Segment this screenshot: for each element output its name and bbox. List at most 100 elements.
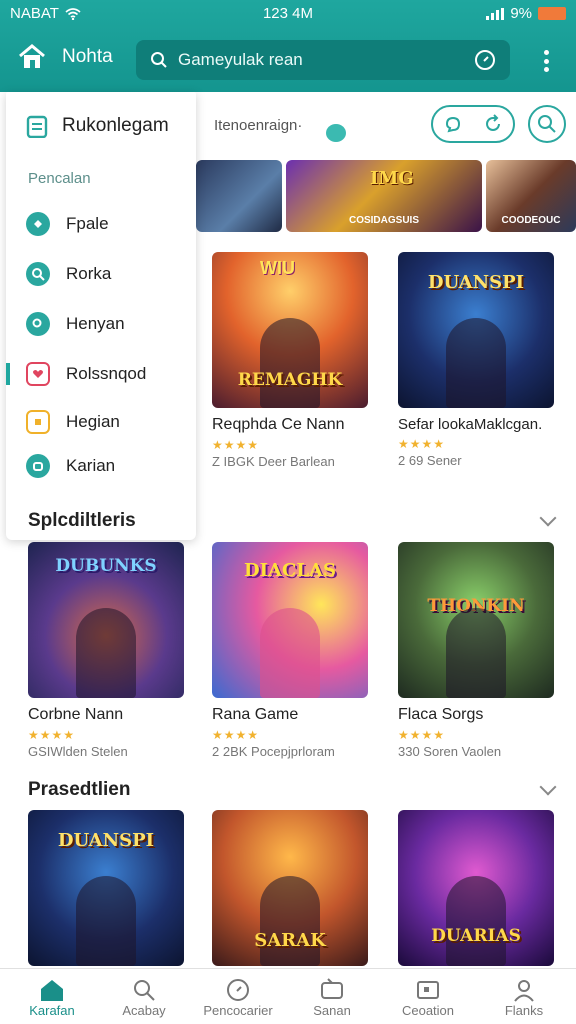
game-card[interactable]: WIU REMAGHK Reqphda Ce Nann ★★★★ Z IBGK … xyxy=(212,252,368,469)
search-icon xyxy=(134,980,155,1001)
search-icon xyxy=(26,262,50,286)
banner-3[interactable]: COODEOUC xyxy=(486,160,576,232)
compass-icon[interactable] xyxy=(474,49,496,71)
drawer-item-rorka[interactable]: Rorka xyxy=(26,262,111,286)
home-label: Nohta xyxy=(62,46,113,67)
game-meta: GSIWlden Stelen xyxy=(28,744,128,759)
signal-icon xyxy=(486,7,505,20)
nav-profile[interactable]: Flanks xyxy=(476,977,572,1018)
bottom-navigation: Karafan Acabay Pencocarier Sanan Ceoatio… xyxy=(0,968,576,1024)
nav-home[interactable]: Karafan xyxy=(4,977,100,1018)
game-art: DUBUNKS xyxy=(28,542,184,698)
game-meta: 330 Soren Vaolen xyxy=(398,744,502,759)
game-card[interactable]: DIACLAS Rana Game ★★★★ 2 2BK Pocepjprlor… xyxy=(212,542,368,759)
search-input[interactable]: Gameyulak rean xyxy=(136,40,510,80)
game-card[interactable]: DUBUNKS Corbne Nann ★★★★ GSIWlden Stelen xyxy=(28,542,184,759)
rating-stars: ★★★★ xyxy=(398,437,446,451)
game-logo: DUANSPI xyxy=(427,272,525,293)
game-meta: Z IBGK Deer Barlean xyxy=(212,454,335,469)
game-card[interactable]: DUARIAS xyxy=(398,810,554,966)
tag-icon xyxy=(26,212,50,236)
chevron-down-icon[interactable] xyxy=(539,509,557,527)
nav-games[interactable]: Sanan xyxy=(284,977,380,1018)
status-bar: NABAT 123 4M 9% xyxy=(0,0,576,28)
home-icon xyxy=(19,44,45,68)
indicator-dot xyxy=(326,124,346,142)
profile-icon xyxy=(514,980,534,1002)
drawer-item-rolssnqod[interactable]: Rolssnqod xyxy=(6,362,146,386)
game-card[interactable]: THONKIN Flaca Sorgs ★★★★ 330 Soren Vaole… xyxy=(398,542,554,759)
wiu-badge: WIU xyxy=(260,258,295,278)
game-logo: DUBUNKS xyxy=(55,556,157,576)
battery-percent: 9% xyxy=(510,5,532,22)
nav-discover[interactable]: Pencocarier xyxy=(190,977,286,1018)
clipboard-icon xyxy=(26,115,48,138)
drawer-item-fpale[interactable]: Fpale xyxy=(26,212,109,236)
chat-icon[interactable] xyxy=(444,115,462,133)
drawer-item-hegian[interactable]: Hegian xyxy=(26,410,120,434)
game-logo: REMAGHK xyxy=(237,370,343,390)
game-title: Rana Game xyxy=(212,706,299,723)
top-bar: NABAT 123 4M 9% Nohta Gameyulak rean xyxy=(0,0,576,92)
search-button[interactable] xyxy=(528,105,566,143)
magnify-icon xyxy=(26,312,50,336)
drawer-title: Rukonlegam xyxy=(62,115,169,136)
drawer-section-label: Pencalan xyxy=(28,170,91,187)
game-title: Flaca Sorgs xyxy=(398,706,484,723)
filter-bar: Itenoenraign· xyxy=(196,100,576,150)
game-meta: 2 69 Sener xyxy=(398,453,462,468)
home-icon xyxy=(41,980,63,1001)
banner-logo: IMG xyxy=(370,168,414,189)
square-icon xyxy=(26,410,50,434)
battery-icon xyxy=(538,7,566,20)
shield-icon xyxy=(26,454,50,478)
controller-icon xyxy=(321,978,343,999)
search-icon xyxy=(151,52,167,68)
heart-icon xyxy=(26,362,50,386)
navigation-drawer: Rukonlegam Pencalan Fpale Rorka Henyan R… xyxy=(6,92,196,540)
nav-search[interactable]: Acabay xyxy=(96,977,192,1018)
game-art: DUANSPI xyxy=(28,810,184,966)
game-title: Reqphda Ce Nann xyxy=(212,416,345,433)
nav-creation[interactable]: Ceoation xyxy=(380,977,476,1018)
home-button[interactable]: Nohta xyxy=(18,44,113,70)
screen-icon xyxy=(417,981,439,999)
section-title: Splcdiltleris xyxy=(28,510,136,531)
section-title: Prasedtlien xyxy=(28,779,131,800)
rating-stars: ★★★★ xyxy=(212,728,260,742)
search-icon xyxy=(538,115,556,133)
game-card[interactable]: DUANSPI xyxy=(28,810,184,966)
game-meta: 2 2BK Pocepjprloram xyxy=(212,744,335,759)
game-title: Sefar lookaMaklcgan. xyxy=(398,416,543,433)
game-logo: DUARIAS xyxy=(431,926,521,946)
more-menu-button[interactable] xyxy=(536,46,556,76)
game-card[interactable]: SARAK xyxy=(212,810,368,966)
app-bar: Nohta Gameyulak rean xyxy=(0,36,576,86)
refresh-icon[interactable] xyxy=(483,114,503,134)
game-art: THONKIN xyxy=(398,542,554,698)
drawer-item-henyan[interactable]: Henyan xyxy=(26,312,125,336)
game-art: DUANSPI xyxy=(398,252,554,408)
game-card[interactable]: DUANSPI Sefar lookaMaklcgan. ★★★★ 2 69 S… xyxy=(398,252,554,468)
banner-1[interactable] xyxy=(196,160,282,232)
game-art: SARAK xyxy=(212,810,368,966)
compass-icon xyxy=(227,979,249,1001)
filter-toggle-group[interactable] xyxy=(431,105,515,143)
game-title: Corbne Nann xyxy=(28,706,124,723)
drawer-item-karian[interactable]: Karian xyxy=(26,454,115,478)
rating-stars: ★★★★ xyxy=(212,438,260,452)
rating-stars: ★★★★ xyxy=(28,728,76,742)
game-art: DUARIAS xyxy=(398,810,554,966)
active-indicator xyxy=(6,363,10,385)
game-art: WIU REMAGHK xyxy=(212,252,368,408)
search-placeholder: Gameyulak rean xyxy=(178,50,303,69)
filter-label: Itenoenraign· xyxy=(214,117,303,134)
chevron-down-icon[interactable] xyxy=(539,778,557,796)
game-logo: SARAK xyxy=(254,930,326,951)
banner-2[interactable]: IMG COSIDAGSUIS xyxy=(286,160,482,232)
drawer-header: Rukonlegam xyxy=(26,114,169,138)
game-art: DIACLAS xyxy=(212,542,368,698)
game-logo: DIACLAS xyxy=(244,560,336,581)
game-logo: DUANSPI xyxy=(57,830,155,851)
rating-stars: ★★★★ xyxy=(398,728,446,742)
